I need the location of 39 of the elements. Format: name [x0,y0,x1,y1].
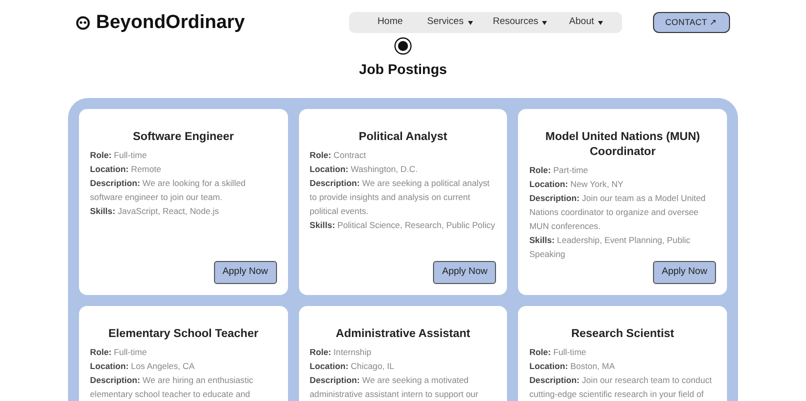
page-title: Job Postings [358,60,448,79]
job-detail: Skills: Leadership, Event Planning, Public Speaking [529,234,692,261]
job-detail: Location: Chicago, IL [310,360,396,373]
job-detail: Role: Part-time [529,164,590,177]
job-title: Model United Nations (MUN) Coordinator [544,130,701,160]
job-title: Elementary School Teacher [107,327,260,342]
apply-button[interactable]: Apply Now [214,261,277,284]
job-detail: Role: Contract [310,149,368,162]
radio-icon[interactable] [394,37,412,55]
job-detail: Location: Remote [90,163,162,176]
job-detail: Description: We are hiring an enthusiastic elementary school teacher to educate and [90,374,254,401]
nav-dropdown[interactable]: About [569,15,622,30]
job-detail: Description: We are seeking a political analyst to provide insights and analysis on current political events. [310,177,491,218]
job-detail: Skills: JavaScript, React, Node.js [90,205,220,218]
job-detail: Role: Full-time [90,346,148,359]
job-detail: Role: Full-time [529,346,588,359]
apply-button[interactable]: Apply Now [653,261,716,284]
logo-icon [76,16,90,30]
job-title: Administrative Assistant [334,327,472,342]
apply-button[interactable]: Apply Now [433,261,496,284]
brand-name: BeyondOrdinary [96,13,245,32]
job-detail: Description: Join our research team to conduct cutting-edge scientific research in your field of [529,374,713,401]
job-detail: Location: Washington, D.C. [310,163,419,176]
job-title: Research Scientist [570,327,676,342]
job-detail: Location: New York, NY [529,178,624,191]
job-detail: Role: Internship [310,346,372,359]
job-detail: Role: Full-time [90,149,148,162]
job-detail: Skills: Political Science, Research, Public Policy [310,219,496,232]
nav-link[interactable]: Home [377,15,428,30]
job-detail: Description: Join our team as a Model United Nations coordinator to organize and oversee MUN conferences. [529,192,707,233]
job-title: Political Analyst [358,130,448,145]
nav-dropdown[interactable]: Resources [492,15,570,30]
job-detail: Location: Boston, MA [529,360,616,373]
job-detail: Location: Los Angeles, CA [90,360,196,373]
job-detail: Description: We are seeking a motivated administrative assistant intern to support our [310,374,480,401]
job-title: Software Engineer [132,130,235,145]
job-detail: Description: We are looking for a skilled software engineer to join our team. [90,177,247,204]
nav-dropdown[interactable]: Services [427,15,493,30]
contact-button[interactable]: CONTACT ↗ [653,12,730,33]
